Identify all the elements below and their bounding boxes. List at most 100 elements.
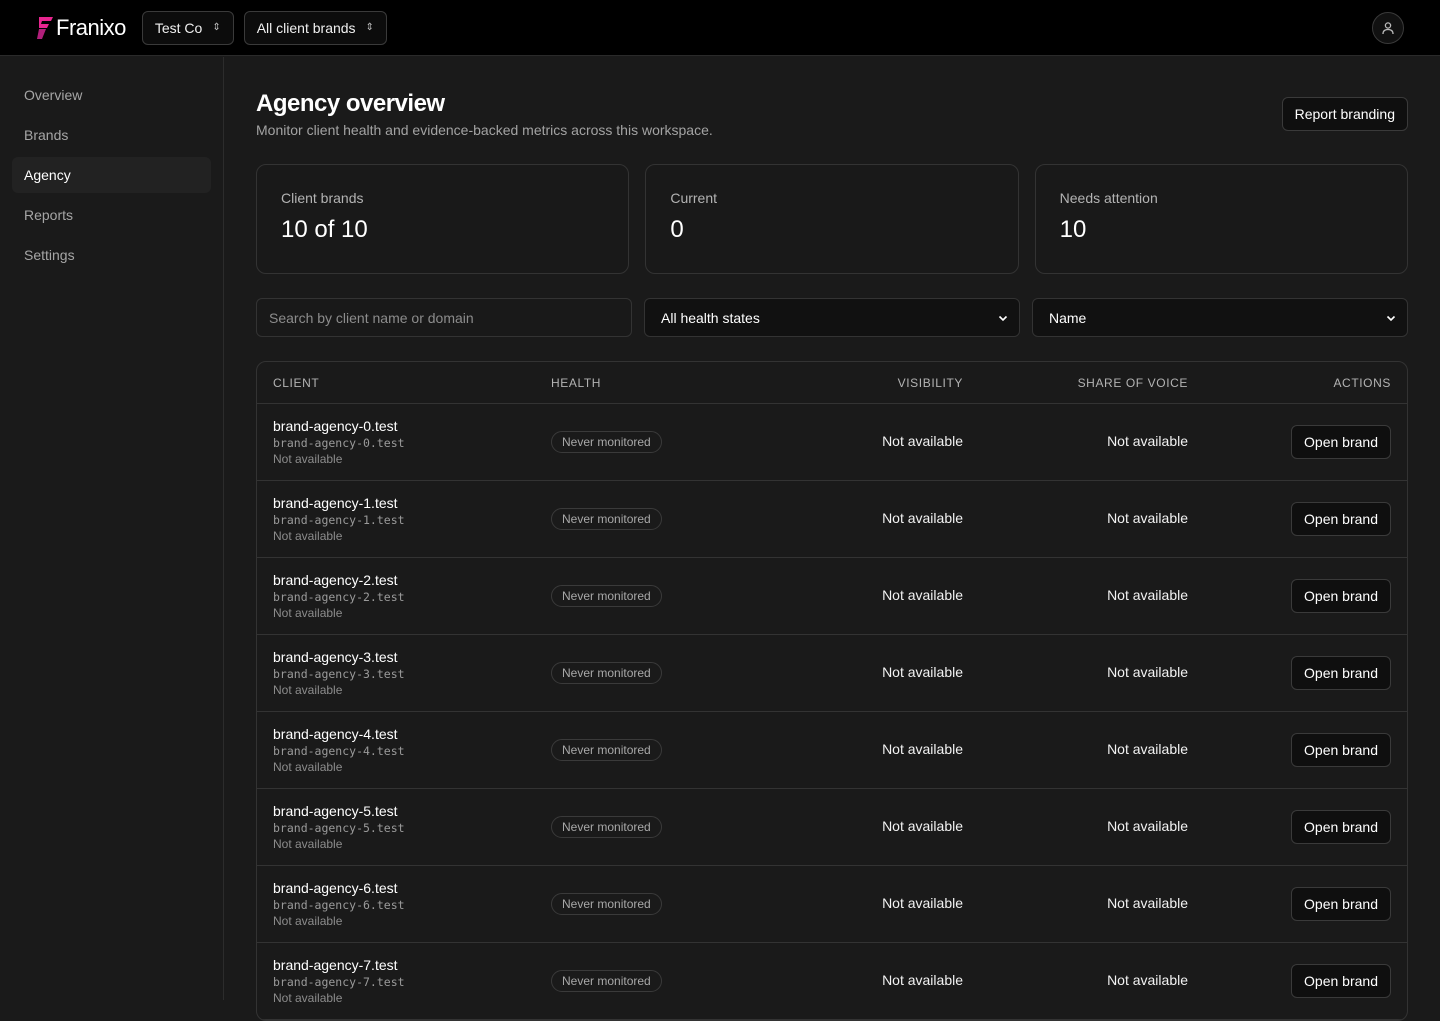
brand-filter-selector[interactable]: All client brands ⇕ [243,10,387,45]
sidebar-item-overview[interactable]: Overview [12,77,211,113]
clients-table: CLIENT HEALTH VISIBILITY SHARE OF VOICE … [256,361,1408,1021]
client-note: Not available [273,452,343,466]
client-domain: brand-agency-7.test [273,975,405,989]
share-of-voice-value: Not available [1107,587,1188,603]
client-domain: brand-agency-0.test [273,436,405,450]
health-badge: Never monitored [551,893,662,915]
filters-row: All health states Name [256,298,1408,337]
client-domain: brand-agency-3.test [273,667,405,681]
sidebar-item-reports[interactable]: Reports [12,197,211,233]
sort-select[interactable]: Name [1032,298,1408,337]
sidebar-item-label: Overview [24,87,83,103]
page-title: Agency overview [256,90,445,117]
client-name: brand-agency-3.test [273,649,398,665]
sidebar-item-agency[interactable]: Agency [12,157,211,193]
client-note: Not available [273,914,343,928]
client-note: Not available [273,606,343,620]
sidebar: Overview Brands Agency Reports Settings [0,57,224,1000]
share-of-voice-value: Not available [1107,818,1188,834]
table-row: brand-agency-1.test brand-agency-1.test … [257,481,1407,558]
visibility-value: Not available [882,664,963,680]
top-bar: Franixo Test Co ⇕ All client brands ⇕ [0,0,1440,56]
column-header-visibility[interactable]: VISIBILITY [773,376,963,390]
table-row: brand-agency-2.test brand-agency-2.test … [257,558,1407,635]
client-name: brand-agency-6.test [273,880,398,896]
share-of-voice-value: Not available [1107,433,1188,449]
table-row: brand-agency-0.test brand-agency-0.test … [257,404,1407,481]
open-brand-button[interactable]: Open brand [1291,810,1391,844]
share-of-voice-value: Not available [1107,972,1188,988]
client-note: Not available [273,837,343,851]
stat-label: Needs attention [1059,190,1158,206]
stat-label: Current [670,190,718,206]
client-name: brand-agency-5.test [273,803,398,819]
open-brand-button[interactable]: Open brand [1291,425,1391,459]
column-header-client[interactable]: CLIENT [273,376,551,390]
table-row: brand-agency-6.test brand-agency-6.test … [257,866,1407,943]
chevron-down-icon [998,315,1008,321]
client-domain: brand-agency-2.test [273,590,405,604]
stat-card-needs-attention: Needs attention 10 [1034,164,1408,274]
open-brand-button[interactable]: Open brand [1291,502,1391,536]
open-brand-button[interactable]: Open brand [1291,656,1391,690]
client-note: Not available [273,991,343,1005]
client-name: brand-agency-7.test [273,957,398,973]
health-badge: Never monitored [551,970,662,992]
sidebar-item-label: Agency [24,167,71,183]
report-branding-button[interactable]: Report branding [1281,97,1408,131]
visibility-value: Not available [882,741,963,757]
client-domain: brand-agency-1.test [273,513,405,527]
stats-row: Client brands 10 of 10 Current 0 Needs a… [256,164,1408,274]
sidebar-item-label: Brands [24,127,69,143]
share-of-voice-value: Not available [1107,895,1188,911]
logo-text: Franixo [56,14,126,40]
open-brand-button[interactable]: Open brand [1291,887,1391,921]
open-brand-button[interactable]: Open brand [1291,733,1391,767]
open-brand-button[interactable]: Open brand [1291,579,1391,613]
table-header: CLIENT HEALTH VISIBILITY SHARE OF VOICE … [257,362,1407,404]
client-note: Not available [273,529,343,543]
sidebar-item-settings[interactable]: Settings [12,237,211,273]
client-name: brand-agency-4.test [273,726,398,742]
health-badge: Never monitored [551,816,662,838]
column-header-health[interactable]: HEALTH [551,376,773,390]
sidebar-item-brands[interactable]: Brands [12,117,211,153]
stat-card-current: Current 0 [645,164,1019,274]
user-icon [1382,22,1394,35]
chevron-down-icon [1386,315,1396,321]
table-row: brand-agency-7.test brand-agency-7.test … [257,943,1407,1020]
client-note: Not available [273,760,343,774]
visibility-value: Not available [882,433,963,449]
user-avatar-button[interactable] [1372,12,1404,44]
visibility-value: Not available [882,818,963,834]
client-domain: brand-agency-4.test [273,744,405,758]
table-row: brand-agency-4.test brand-agency-4.test … [257,712,1407,789]
stat-label: Client brands [281,190,364,206]
stat-card-client-brands: Client brands 10 of 10 [256,164,630,274]
open-brand-button[interactable]: Open brand [1291,964,1391,998]
health-badge: Never monitored [551,662,662,684]
share-of-voice-value: Not available [1107,741,1188,757]
health-state-select-value: All health states [661,309,760,326]
stat-value: 10 [1059,216,1087,243]
client-name: brand-agency-0.test [273,418,398,434]
franixo-logo-icon [37,16,53,39]
column-header-actions: ACTIONS [1333,375,1391,390]
sort-select-value: Name [1049,309,1087,326]
client-domain: brand-agency-6.test [273,898,405,912]
visibility-value: Not available [882,510,963,526]
page-subtitle: Monitor client health and evidence-backe… [256,122,713,138]
health-state-select[interactable]: All health states [644,298,1020,337]
share-of-voice-value: Not available [1107,664,1188,680]
column-header-share-of-voice[interactable]: SHARE OF VOICE [963,376,1188,390]
visibility-value: Not available [882,587,963,603]
workspace-selector-label: Test Co [154,19,203,36]
logo[interactable]: Franixo [36,15,126,41]
workspace-selector[interactable]: Test Co ⇕ [141,10,234,45]
client-name: brand-agency-2.test [273,572,398,588]
health-badge: Never monitored [551,431,662,453]
visibility-value: Not available [882,895,963,911]
search-input[interactable] [256,298,632,337]
client-note: Not available [273,683,343,697]
chevron-updown-icon: ⇕ [212,21,221,33]
